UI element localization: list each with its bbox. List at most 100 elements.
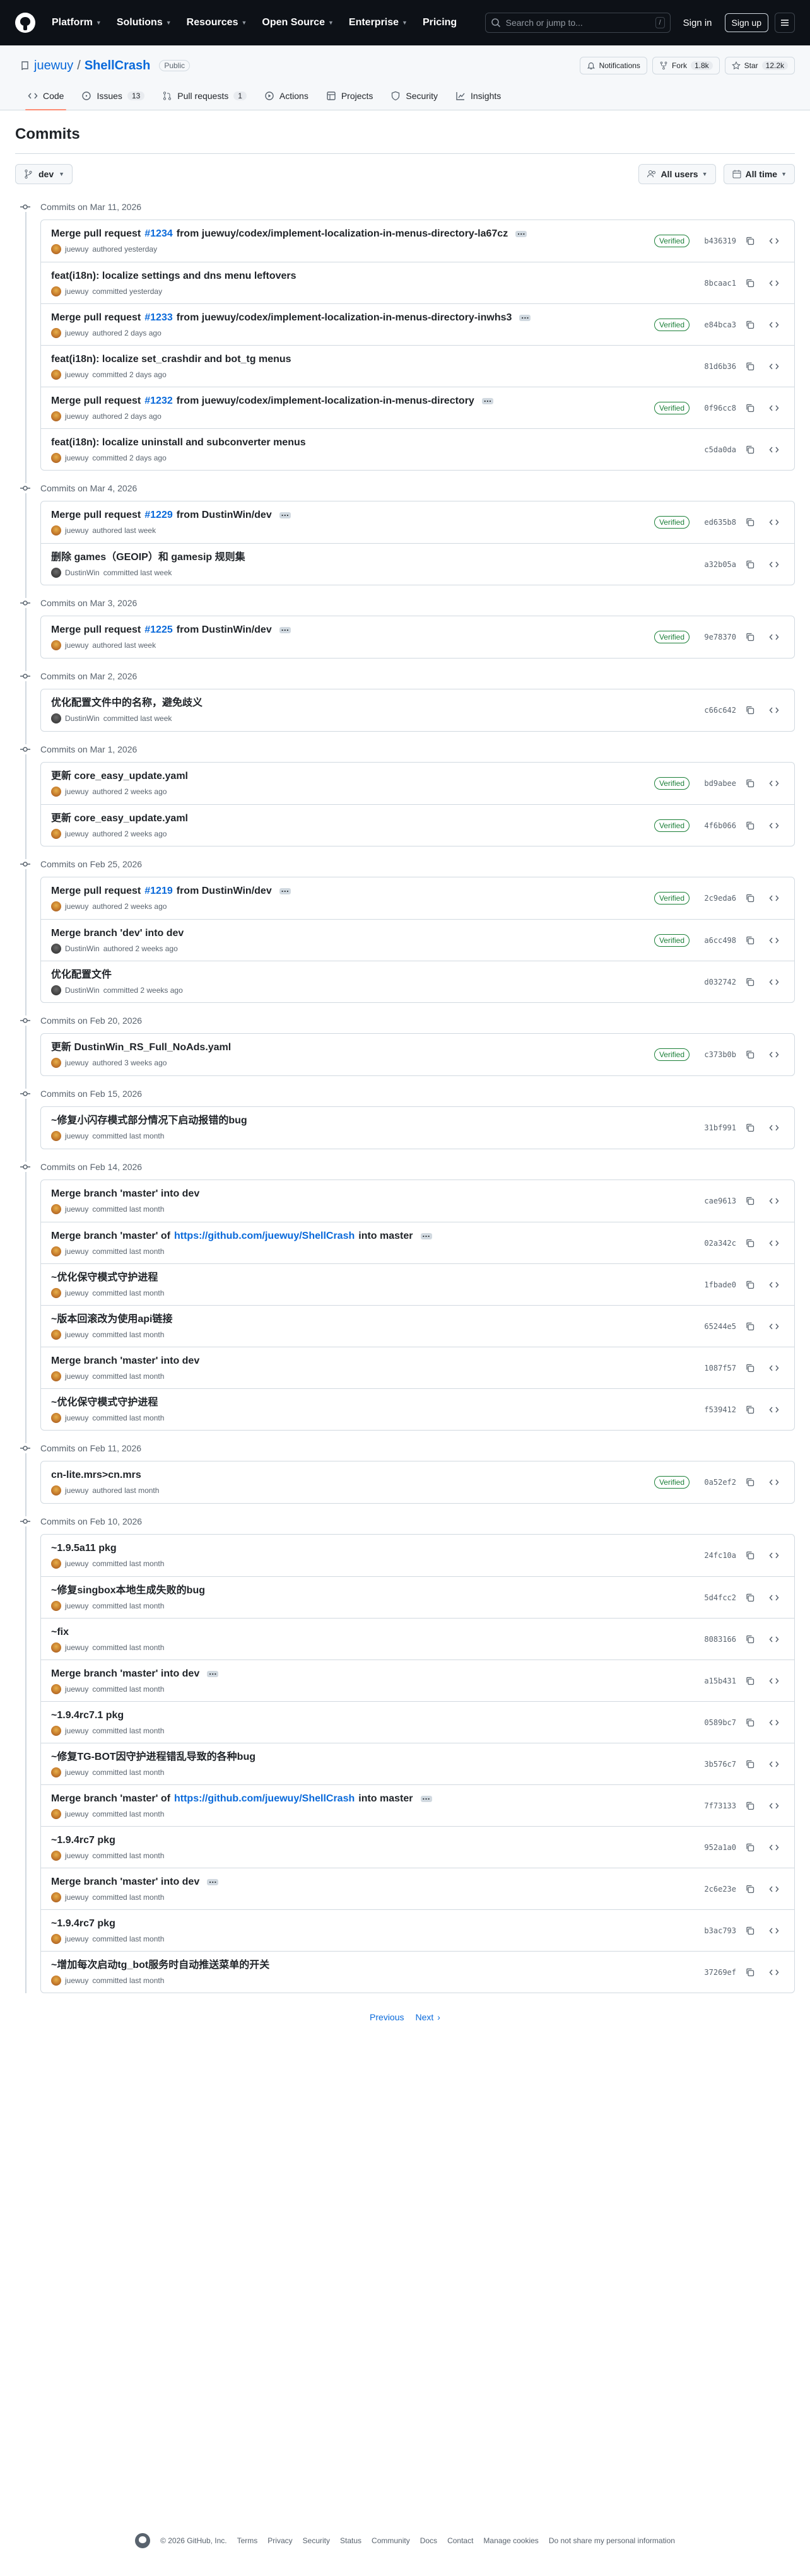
commit-message-text[interactable]: Merge branch 'master' into dev [51,1668,199,1680]
copy-icon[interactable] [740,274,760,292]
commit-message[interactable]: 删除 games（GEOIP）和 gamesip 规则集 [51,551,700,564]
copy-icon[interactable] [740,1755,760,1773]
commit-author[interactable]: juewuy [65,829,88,838]
commit-message-text[interactable]: Merge pull request [51,228,141,240]
commit-author[interactable]: DustinWin [65,714,100,723]
time-filter[interactable]: All time ▼ [723,164,795,184]
copy-icon[interactable] [740,1672,760,1690]
commit-message-rest[interactable]: from DustinWin/dev [177,885,272,898]
commit-message[interactable]: Merge pull request #1234 from juewuy/cod… [51,226,654,240]
commit-message-text[interactable]: Merge branch 'master' of [51,1230,170,1243]
commit-message[interactable]: Merge branch 'master' into dev [51,1666,700,1680]
commit-author[interactable]: juewuy [65,1976,88,1985]
commit-sha-link[interactable]: ed635b8 [700,518,736,527]
copy-icon[interactable] [740,1880,760,1898]
expand-description-button[interactable] [420,1228,432,1241]
code-icon[interactable] [764,701,784,719]
commit-sha-link[interactable]: c5da0da [700,445,736,454]
code-icon[interactable] [764,316,784,334]
commit-author[interactable]: juewuy [65,1330,88,1339]
commit-author[interactable]: juewuy [65,1601,88,1610]
copy-icon[interactable] [740,1359,760,1377]
expand-description-button[interactable] [420,1791,432,1803]
code-icon[interactable] [764,628,784,646]
commit-message-link[interactable]: #1233 [144,312,173,324]
commit-message[interactable]: Merge pull request #1233 from juewuy/cod… [51,310,654,324]
commit-author[interactable]: juewuy [65,1058,88,1067]
commit-message[interactable]: ~修复小闪存模式部分情况下启动报错的bug [51,1115,700,1127]
commit-message-link[interactable]: #1232 [144,395,173,407]
commit-message[interactable]: ~1.9.4rc7.1 pkg [51,1709,700,1722]
code-icon[interactable] [764,1318,784,1335]
code-icon[interactable] [764,556,784,573]
expand-description-button[interactable] [207,1874,219,1887]
code-icon[interactable] [764,358,784,375]
code-icon[interactable] [764,274,784,292]
commit-sha-link[interactable]: 3b576c7 [700,1760,736,1769]
commit-sha-link[interactable]: 0f96cc8 [700,404,736,413]
commit-sha-link[interactable]: bd9abee [700,779,736,788]
commit-sha-link[interactable]: a6cc498 [700,936,736,945]
footer-link-community[interactable]: Community [372,2536,410,2545]
commit-author[interactable]: juewuy [65,1768,88,1777]
copy-icon[interactable] [740,701,760,719]
code-icon[interactable] [764,1672,784,1690]
footer-link-status[interactable]: Status [340,2536,361,2545]
copy-icon[interactable] [740,1630,760,1648]
commit-message-text[interactable]: Merge pull request [51,312,141,324]
commit-author[interactable]: juewuy [65,1851,88,1860]
commit-message-text[interactable]: Merge branch 'master' into dev [51,1188,199,1200]
avatar[interactable] [51,1892,61,1902]
nav-open-source[interactable]: Open Source ▼ [255,12,340,33]
commit-message-text[interactable]: feat(i18n): localize set_crashdir and bo… [51,353,291,366]
nav-solutions[interactable]: Solutions ▼ [110,12,178,33]
avatar[interactable] [51,525,61,536]
code-icon[interactable] [764,1755,784,1773]
commit-message-text[interactable]: ~1.9.5a11 pkg [51,1542,117,1555]
commit-message[interactable]: 优化配置文件中的名称，避免歧义 [51,697,700,710]
nav-platform[interactable]: Platform ▼ [45,12,108,33]
avatar[interactable] [51,901,61,911]
commit-author[interactable]: juewuy [65,329,88,337]
verified-badge[interactable]: Verified [654,631,690,643]
commit-message-rest[interactable]: from DustinWin/dev [177,624,272,636]
commit-message[interactable]: Merge pull request #1225 from DustinWin/… [51,622,654,636]
commit-message[interactable]: ~fix [51,1626,700,1639]
commit-author[interactable]: juewuy [65,370,88,379]
commit-message[interactable]: feat(i18n): localize uninstall and subco… [51,436,700,449]
avatar[interactable] [51,1246,61,1256]
avatar[interactable] [51,1725,61,1736]
commit-message-text[interactable]: ~优化保守模式守护进程 [51,1272,158,1284]
expand-description-button[interactable] [515,226,527,238]
footer-link-contact[interactable]: Contact [447,2536,473,2545]
commit-sha-link[interactable]: e84bca3 [700,320,736,329]
commit-message[interactable]: cn-lite.mrs>cn.mrs [51,1469,654,1482]
code-icon[interactable] [764,973,784,991]
commit-sha-link[interactable]: 9e78370 [700,633,736,641]
commit-author[interactable]: juewuy [65,1893,88,1902]
commit-message-text[interactable]: Merge pull request [51,395,141,407]
code-icon[interactable] [764,775,784,792]
commit-message-link[interactable]: #1225 [144,624,173,636]
commit-author[interactable]: juewuy [65,412,88,421]
commit-message[interactable]: Merge pull request #1232 from juewuy/cod… [51,393,654,407]
commit-message-rest[interactable]: from juewuy/codex/implement-localization… [177,312,512,324]
commit-message[interactable]: Merge branch 'master' of https://github.… [51,1791,700,1805]
commit-message-text[interactable]: 删除 games（GEOIP）和 gamesip 规则集 [51,551,245,564]
commit-message-link[interactable]: #1219 [144,885,173,898]
avatar[interactable] [51,567,61,578]
avatar[interactable] [51,787,61,797]
copy-icon[interactable] [740,1046,760,1063]
code-icon[interactable] [764,1359,784,1377]
commit-author[interactable]: juewuy [65,1935,88,1943]
commit-author[interactable]: juewuy [65,287,88,296]
commit-sha-link[interactable]: 81d6b36 [700,362,736,371]
commit-message-text[interactable]: 优化配置文件中的名称，避免歧义 [51,697,202,710]
copy-icon[interactable] [740,1714,760,1731]
copy-icon[interactable] [740,1964,760,1981]
copy-icon[interactable] [740,817,760,834]
code-icon[interactable] [764,1839,784,1856]
commit-message-link[interactable]: #1229 [144,509,173,522]
notifications-button[interactable]: Notifications [579,57,647,74]
commit-sha-link[interactable]: 1fbade0 [700,1280,736,1289]
